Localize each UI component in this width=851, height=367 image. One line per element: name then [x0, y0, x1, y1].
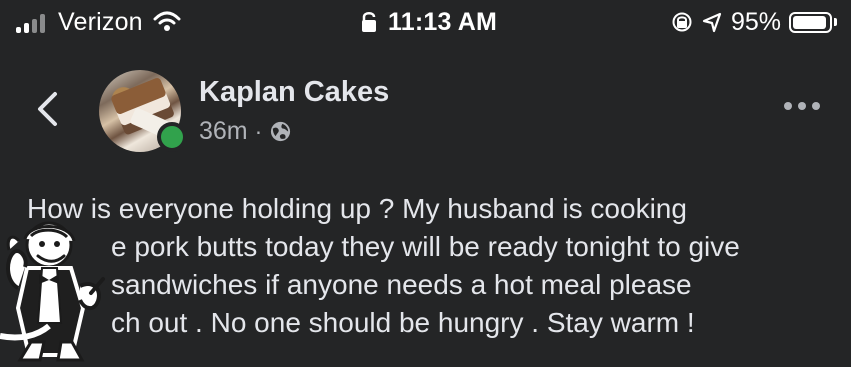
- post-text-line: ch out . No one should be hungry . Stay …: [111, 307, 695, 338]
- device-status: 95%: [671, 0, 837, 44]
- post-text: How is everyone holding up ? My husband …: [27, 190, 827, 342]
- post-text-line: e pork butts today they will be ready to…: [111, 231, 740, 262]
- more-horizontal-icon-dot: [784, 102, 792, 110]
- battery-percent: 95%: [730, 8, 781, 36]
- more-options-button[interactable]: [784, 92, 820, 120]
- post-meta: 36m ·: [199, 117, 292, 146]
- location-arrow-icon: [702, 12, 722, 33]
- status-bar: Verizon 11:13 AM 95%: [0, 0, 851, 44]
- meta-separator: ·: [254, 118, 263, 144]
- battery-icon: [789, 11, 832, 33]
- status-time: 11:13 AM: [388, 8, 498, 36]
- carrier-status: Verizon: [16, 0, 181, 44]
- mobile-screen: Verizon 11:13 AM 95% Kaplan Cakes 36m · …: [0, 0, 851, 367]
- post-text-line: sandwiches if anyone needs a hot meal pl…: [111, 269, 692, 300]
- online-status-indicator: [157, 122, 187, 152]
- lock-icon: [362, 12, 376, 32]
- clock-status: 11:13 AM: [359, 0, 497, 44]
- signal-icon: [16, 11, 50, 33]
- more-horizontal-icon-dot: [812, 102, 820, 110]
- carrier-name: Verizon: [58, 8, 143, 36]
- screen-rotation-lock-icon: [672, 12, 692, 32]
- post-time-ago[interactable]: 36m: [199, 117, 248, 146]
- post-header: Kaplan Cakes 36m ·: [0, 58, 851, 158]
- wifi-icon: [153, 11, 181, 31]
- chevron-left-icon: [38, 92, 57, 126]
- back-button[interactable]: [32, 88, 62, 130]
- more-horizontal-icon-dot: [798, 102, 806, 110]
- globe-icon: [271, 121, 291, 142]
- post-text-line: How is everyone holding up ? My husband …: [27, 193, 687, 224]
- page-name[interactable]: Kaplan Cakes: [199, 76, 389, 109]
- battery-level-fill: [793, 15, 826, 29]
- battery-cap: [834, 18, 837, 26]
